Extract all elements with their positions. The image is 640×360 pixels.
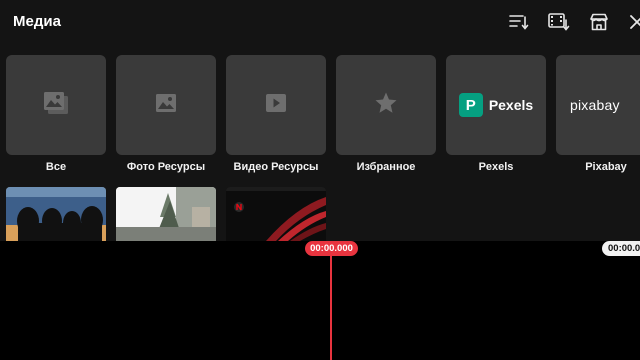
pexels-logo: P Pexels [458, 93, 534, 117]
category-photo[interactable]: Фото Ресурсы [116, 55, 216, 173]
media-grid [0, 187, 640, 241]
category-tile[interactable] [226, 55, 326, 155]
star-icon [374, 91, 398, 120]
category-pexels[interactable]: P Pexels Pexels [446, 55, 546, 173]
video-download-icon[interactable] [548, 11, 570, 33]
sort-icon[interactable] [508, 11, 530, 33]
category-tile[interactable]: pixabay [556, 55, 640, 155]
category-label: Pixabay [585, 161, 627, 173]
category-label: Pexels [478, 161, 514, 173]
play-icon [265, 93, 287, 118]
category-favorites[interactable]: Избранное [336, 55, 436, 173]
category-tile[interactable] [336, 55, 436, 155]
end-time-badge: 00:00.0 [602, 241, 640, 256]
category-label: Избранное [356, 161, 416, 173]
pexels-logo-mark: P [458, 93, 483, 117]
close-icon[interactable] [626, 11, 640, 33]
media-thumbnail[interactable] [226, 187, 326, 241]
pexels-logo-text: Pexels [488, 97, 534, 113]
category-tile[interactable] [116, 55, 216, 155]
category-label: Все [45, 161, 67, 173]
top-bar: Медиа [0, 0, 640, 44]
store-icon[interactable] [588, 11, 610, 33]
image-icon [155, 93, 177, 118]
category-label: Фото Ресурсы [126, 161, 206, 173]
media-thumbnail[interactable] [6, 187, 106, 241]
category-all[interactable]: Все [6, 55, 106, 173]
page-title: Медиа [13, 13, 61, 30]
category-label: Видео Ресурсы [233, 161, 319, 173]
category-row: Все Фото Ресурсы Видео Ресурсы Избранное… [0, 55, 640, 175]
category-pixabay[interactable]: pixabay Pixabay [556, 55, 640, 173]
category-tile[interactable]: P Pexels [446, 55, 546, 155]
gallery-stack-icon [42, 90, 70, 121]
timeline[interactable]: 00:00.000 00:00.0 [0, 241, 640, 360]
media-thumbnail[interactable] [116, 187, 216, 241]
playhead[interactable] [330, 241, 332, 360]
category-tile[interactable] [6, 55, 106, 155]
pixabay-logo-text: pixabay [570, 97, 620, 113]
current-time-badge: 00:00.000 [305, 241, 358, 256]
category-video[interactable]: Видео Ресурсы [226, 55, 326, 173]
